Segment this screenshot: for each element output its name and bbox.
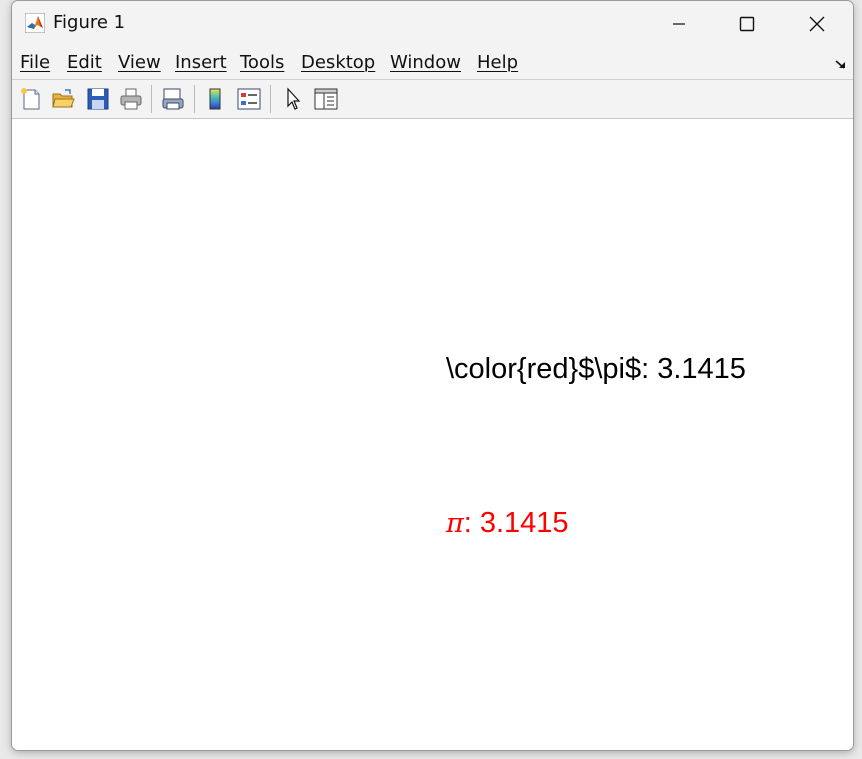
menu-desktop[interactable]: Desktop	[301, 52, 375, 73]
maximize-button[interactable]	[724, 9, 770, 39]
menu-tools[interactable]: Tools	[240, 52, 284, 73]
menu-window[interactable]: Window	[390, 52, 461, 73]
close-button[interactable]	[794, 9, 840, 39]
toolbar-separator	[194, 85, 195, 113]
link-plot-icon[interactable]	[160, 86, 186, 112]
figure-canvas[interactable]: \color{red}$\pi$: 3.1415 π: 3.1415	[12, 119, 853, 750]
colorbar-icon[interactable]	[202, 86, 228, 112]
undock-arrow-icon[interactable]	[835, 57, 847, 69]
new-figure-icon[interactable]	[18, 86, 44, 112]
window-title: Figure 1	[53, 12, 126, 33]
minimize-icon	[673, 23, 685, 25]
toolbar-separator	[151, 85, 152, 113]
edit-plot-arrow-icon[interactable]	[280, 86, 306, 112]
legend-icon[interactable]	[236, 86, 262, 112]
figure-window: Figure 1 File Edit View Insert Tools Des…	[11, 0, 854, 751]
raw-tex-text-label: \color{red}$\pi$: 3.1415	[446, 353, 746, 385]
maximize-icon	[739, 16, 755, 32]
print-icon[interactable]	[118, 86, 144, 112]
rendered-tex-text-label: π: 3.1415	[446, 507, 569, 540]
open-file-icon[interactable]	[50, 86, 76, 112]
menu-view[interactable]: View	[118, 52, 161, 73]
menu-bar: File Edit View Insert Tools Desktop Wind…	[12, 45, 853, 79]
toolbar-separator	[270, 85, 271, 113]
menu-file[interactable]: File	[20, 52, 50, 73]
matlab-logo-icon	[24, 12, 46, 34]
menu-edit[interactable]: Edit	[67, 52, 102, 73]
figure-toolbar	[12, 79, 853, 119]
menu-help[interactable]: Help	[477, 52, 518, 73]
property-inspector-icon[interactable]	[313, 86, 339, 112]
minimize-button[interactable]	[656, 9, 702, 39]
save-icon[interactable]	[85, 86, 111, 112]
pi-symbol: π	[446, 508, 464, 539]
title-bar: Figure 1	[12, 1, 853, 45]
pi-value: : 3.1415	[463, 507, 569, 539]
menu-insert[interactable]: Insert	[175, 52, 227, 73]
close-icon	[809, 16, 825, 32]
